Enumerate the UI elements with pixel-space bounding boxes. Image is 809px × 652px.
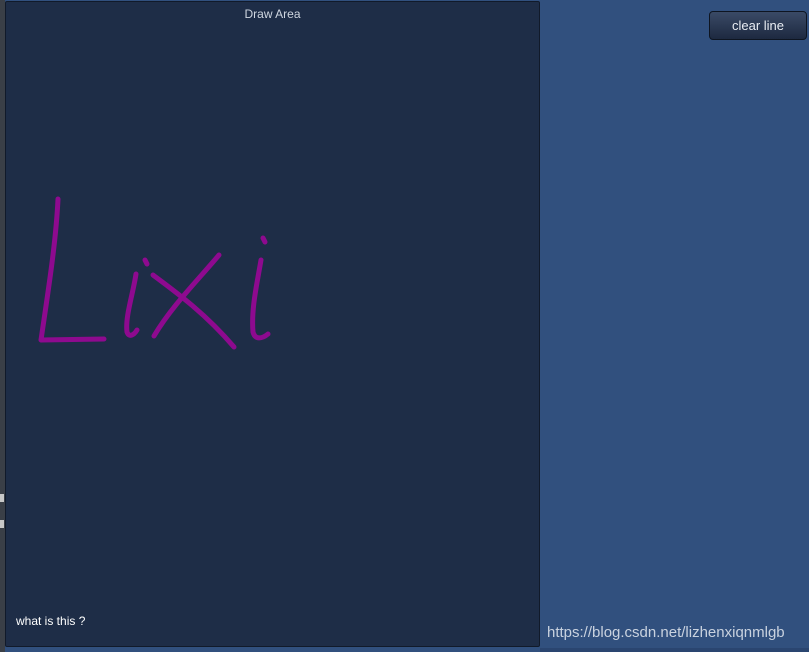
prediction-caption: what is this ? <box>16 614 86 628</box>
stroke-letter-l <box>38 196 107 343</box>
app-window: Draw Area what is this ? clear line http… <box>0 0 809 652</box>
edge-marker <box>0 520 4 528</box>
watermark-url: https://blog.csdn.net/lizhenxiqnmlgb <box>547 624 785 641</box>
stroke-dot-i-1 <box>142 257 150 267</box>
draw-area-panel[interactable]: Draw Area what is this ? <box>5 1 540 647</box>
edge-marker <box>0 494 4 502</box>
clear-line-button[interactable]: clear line <box>709 11 807 40</box>
stroke-letter-i-2 <box>250 257 271 341</box>
stroke-letter-i-1 <box>124 271 140 338</box>
stroke-dot-i-2 <box>260 235 268 245</box>
handwritten-drawing[interactable] <box>6 2 539 646</box>
bottom-edge-bar <box>540 648 809 652</box>
